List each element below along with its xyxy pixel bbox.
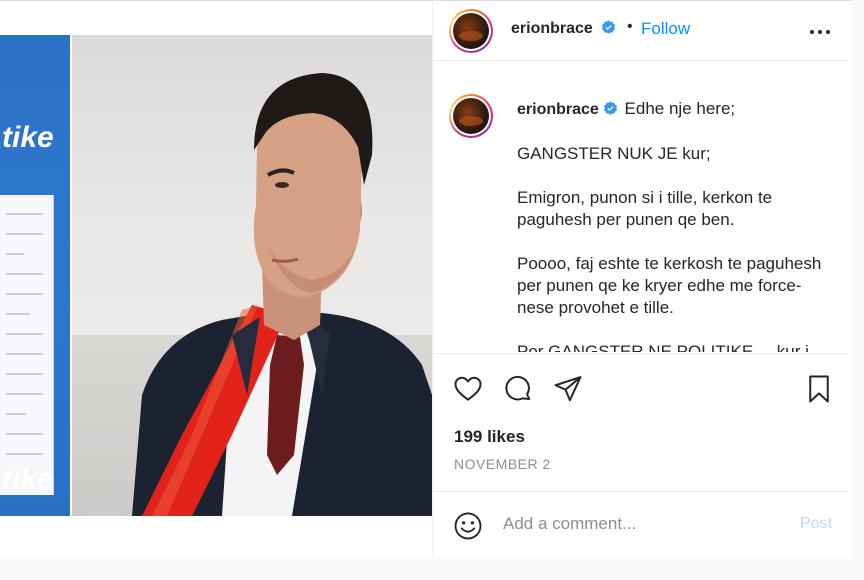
caption-line-1: Edhe nje here; — [624, 99, 736, 118]
post-media: tike tike — [0, 1, 432, 557]
caption-text: erionbrace Edhe nje here; GANGSTER NUK J… — [517, 98, 837, 352]
caption-line-5: Por GANGSTER NE POLITIKE ... kur i ... — [517, 342, 828, 352]
caption-username-link[interactable]: erionbrace — [517, 101, 618, 118]
caption-avatar[interactable] — [449, 94, 493, 138]
post-image[interactable]: tike tike — [0, 35, 432, 516]
comment-form: Post — [433, 491, 852, 557]
caption-line-3: Emigron, punon si i tille, kerkon te pag… — [517, 188, 773, 229]
banner-document — [0, 195, 54, 495]
verified-badge-icon — [603, 101, 617, 115]
post-sidebar: erionbrace • Follow erionbrace Edhe nje … — [432, 1, 852, 557]
post-date[interactable]: NOVEMBER 2 — [454, 456, 551, 472]
post-comment-button[interactable]: Post — [800, 515, 832, 533]
bookmark-icon[interactable] — [802, 372, 836, 406]
banner-word-bottom: tike — [2, 463, 54, 496]
comment-input[interactable] — [503, 514, 773, 534]
verified-badge-icon — [602, 20, 616, 34]
post-header: erionbrace • Follow — [433, 1, 852, 61]
political-banner: tike tike — [0, 35, 70, 516]
post-card: tike tike erionbrace • Follow erionbrace… — [0, 0, 852, 557]
share-icon[interactable] — [551, 372, 585, 406]
caption-line-4: Poooo, faj eshte te kerkosh te paguhesh … — [517, 254, 822, 317]
likes-count[interactable]: 199 likes — [454, 427, 525, 447]
caption-line-2: GANGSTER NUK JE kur; — [517, 144, 711, 163]
comment-icon[interactable] — [501, 372, 535, 406]
more-options-icon[interactable] — [810, 29, 830, 35]
emoji-icon[interactable] — [453, 511, 483, 541]
caption-section: erionbrace Edhe nje here; GANGSTER NUK J… — [433, 62, 852, 352]
man-portrait — [132, 73, 432, 516]
heart-icon[interactable] — [451, 372, 485, 406]
username-link[interactable]: erionbrace — [511, 20, 616, 38]
banner-word-top: tike — [2, 121, 54, 154]
post-actions: 199 likes NOVEMBER 2 — [433, 353, 852, 473]
separator-dot: • — [627, 18, 633, 35]
follow-button[interactable]: Follow — [641, 19, 690, 39]
avatar[interactable] — [449, 9, 493, 53]
